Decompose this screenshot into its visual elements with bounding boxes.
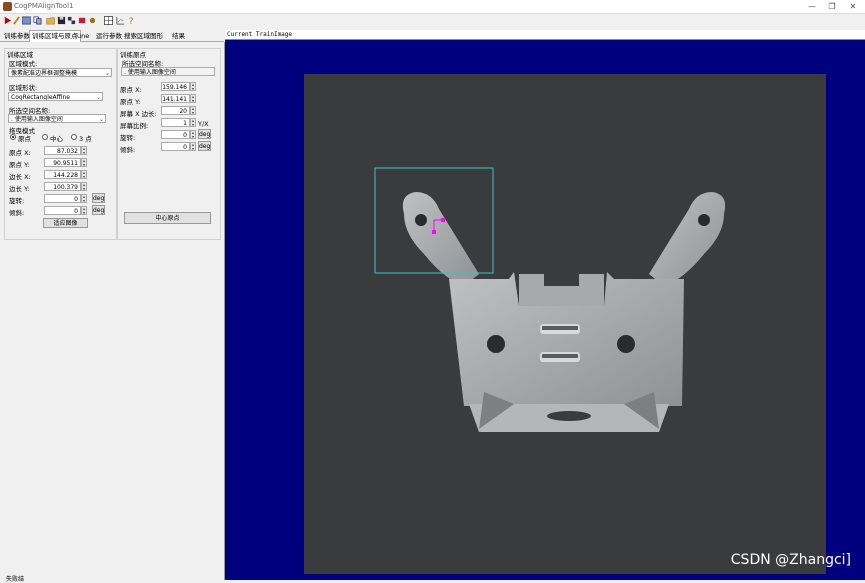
origin-x-label: 原点 X: [120,86,142,94]
tab-bar: 训练参数 训练区域与原点 Tune 运行参数 搜索区域 图形 结果 [0,30,224,42]
settings-icon[interactable] [88,16,97,25]
screen-side-x-label: 屏幕 X 边长: [120,110,157,118]
chevron-down-icon: ⌄ [98,116,104,123]
origin-skew-unit-button[interactable]: deg [198,141,211,151]
help-icon[interactable]: ? [127,16,136,25]
region-side-x-input[interactable]: 144.228 [44,170,81,179]
region-rotation-spinner[interactable]: ▴ ▾ [81,194,87,203]
region-side-y-label: 边长 Y: [9,185,30,193]
region-space-select[interactable]: . 使用输入图像空间 ⌄ [8,114,106,123]
region-shape-label: 区域形状: [9,84,38,92]
region-mode-label: 区域模式: [9,60,38,68]
tab-tune[interactable]: Tune [72,31,91,41]
watermark: CSDN @Zhangci] [730,552,851,568]
screen-side-x-spinner[interactable]: ▴ ▾ [190,106,196,115]
tab-results[interactable]: 结果 [170,31,187,41]
minimize-button[interactable]: — [802,1,822,12]
origin-rotation-spinner[interactable]: ▴ ▾ [190,130,196,139]
copy-icon[interactable] [33,16,42,25]
image-source-icon[interactable] [22,16,31,25]
maximize-button[interactable]: ❐ [822,1,842,12]
origin-rotation-label: 旋转: [120,134,136,142]
chevron-down-icon: ⌄ [95,94,101,101]
part-image [374,167,726,432]
origin-skew-input[interactable]: 0 [161,142,190,151]
region-origin-x-input[interactable]: 87.032 [44,146,81,155]
drag-center-radio[interactable] [42,134,48,140]
fit-image-button[interactable]: 适应图像 [43,218,88,228]
region-origin-x-spinner[interactable]: ▴ ▾ [81,146,87,155]
drag-origin-radio[interactable] [10,134,16,140]
region-side-y-input[interactable]: 100.379 [44,182,81,191]
screen-side-x-input[interactable]: 20 [161,106,190,115]
reset-icon[interactable] [78,16,87,25]
screen-ratio-unit: Y/X [198,120,209,128]
screen-ratio-label: 屏幕比例: [120,122,149,130]
grid-icon[interactable] [104,16,113,25]
region-mode-select[interactable]: 像素配准边界框调整掩模 ⌄ [8,68,112,77]
origin-skew-spinner[interactable]: ▴ ▾ [190,142,196,151]
origin-y-spinner[interactable]: ▴ ▾ [190,94,196,103]
chart-icon[interactable] [116,16,125,25]
close-button[interactable]: ✕ [843,1,863,12]
screen-ratio-input[interactable]: 1 [161,118,190,127]
drag-3point-radio[interactable] [71,134,77,140]
origin-x-spinner[interactable]: ▴ ▾ [190,82,196,91]
region-rotation-label: 旋转: [9,197,25,205]
region-rotation-input[interactable]: 0 [44,194,81,203]
image-display[interactable]: Current TrainImage CSDN @Zhangci] [225,30,865,580]
title-bar: CogPMAlignTool1 — ❐ ✕ [0,0,865,14]
center-origin-button[interactable]: 中心原点 [124,212,211,224]
save-icon[interactable] [57,16,66,25]
tab-train-params[interactable]: 训练参数 [2,31,32,41]
region-side-x-spinner[interactable]: ▴ ▾ [81,170,87,179]
region-origin-y-spinner[interactable]: ▴ ▾ [81,158,87,167]
fail-result-label: 失败结 [6,576,25,583]
region-origin-y-input[interactable]: 90.9511 [44,158,81,167]
origin-skew-label: 倾斜: [120,146,136,154]
window-title: CogPMAlignTool1 [14,2,74,10]
run-icon[interactable] [3,16,12,25]
right-edge [826,74,830,574]
edit-icon[interactable] [12,16,21,25]
origin-handle-x [441,218,445,222]
region-shape-select[interactable]: CogRectangleAffine ⌄ [8,92,103,101]
image-header: Current TrainImage [225,30,865,40]
layout-icon[interactable] [67,16,76,25]
app-icon [3,2,12,11]
region-side-x-label: 边长 X: [9,173,31,181]
region-skew-spinner[interactable]: ▴ ▾ [81,206,87,215]
region-origin-x-label: 原点 X: [9,149,31,157]
drag-3point-label: 3 点 [79,135,92,143]
region-skew-unit-button[interactable]: deg [92,205,105,215]
settings-pane: 训练区域 区域模式: 像素配准边界框调整掩模 ⌄ 区域形状: CogRectang… [0,42,225,583]
open-icon[interactable] [46,16,55,25]
chevron-down-icon: ⌄ [104,70,110,77]
origin-handle-y [432,230,436,234]
toolbar: ? [0,14,865,28]
drag-center-label: 中心 [50,135,63,143]
tab-graphics[interactable]: 图形 [148,31,165,41]
origin-x-input[interactable]: 159.146 [161,82,190,91]
screen-ratio-spinner[interactable]: ▴ ▾ [190,118,196,127]
region-rotation-unit-button[interactable]: deg [92,193,105,203]
region-skew-input[interactable]: 0 [44,206,81,215]
tab-run-params[interactable]: 运行参数 [94,31,124,41]
origin-y-input[interactable]: 141.141 [161,94,190,103]
region-side-y-spinner[interactable]: ▴ ▾ [81,182,87,191]
origin-y-label: 原点 Y: [120,98,141,106]
drag-origin-label: 原点 [18,135,31,143]
origin-rotation-input[interactable]: 0 [161,130,190,139]
svg-text:?: ? [129,17,134,25]
region-origin-y-label: 原点 Y: [9,161,30,169]
origin-rotation-unit-button[interactable]: deg [198,129,211,139]
train-image[interactable] [304,74,828,574]
origin-space-field: . 使用输入图像空间 [121,67,215,76]
region-skew-label: 倾斜: [9,209,25,217]
